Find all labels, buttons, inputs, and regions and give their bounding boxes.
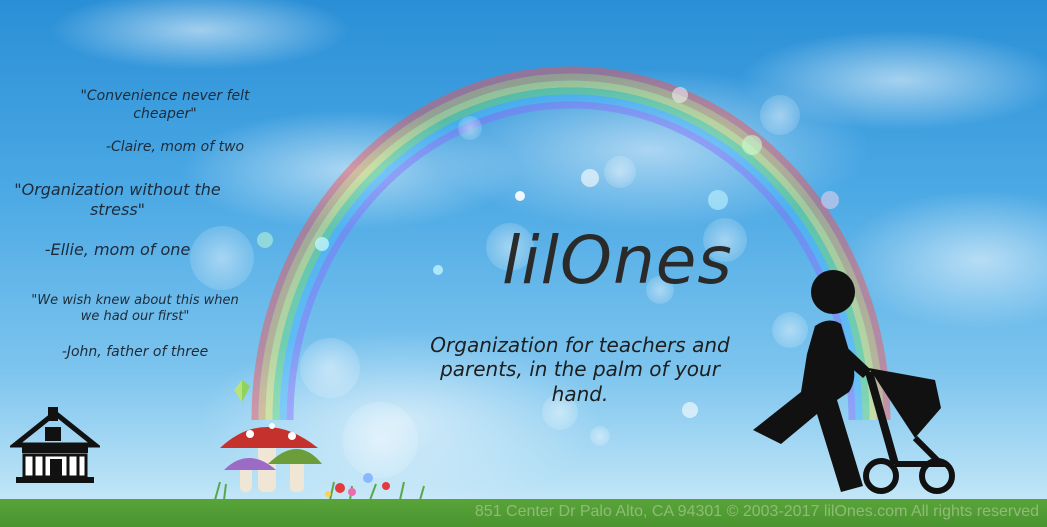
- butterfly-icon: [234, 380, 250, 402]
- mushroom-garden: [214, 423, 425, 501]
- house-icon: [10, 407, 100, 483]
- footer-copyright: 851 Center Dr Palo Alto, CA 94301 © 2003…: [474, 503, 1039, 520]
- hero-tagline: Organization for teachers and parents, i…: [430, 333, 730, 406]
- testimonials: "Convenience never felt cheaper" -Claire…: [0, 0, 300, 400]
- testimonial-quote: "Convenience never felt cheaper": [80, 88, 250, 122]
- parent-with-stroller-icon: [753, 270, 955, 494]
- brand-logo: lilOnes: [502, 222, 733, 299]
- testimonial-quote: "We wish knew about this when we had our…: [31, 293, 239, 325]
- testimonial-author: -Claire, mom of two: [105, 139, 245, 155]
- testimonial-quote: "Organization without the stress": [14, 180, 221, 219]
- testimonial-author: -John, father of three: [61, 344, 209, 360]
- hero-scene: "Convenience never felt cheaper" -Claire…: [0, 0, 1047, 527]
- footer-bar: 851 Center Dr Palo Alto, CA 94301 © 2003…: [0, 499, 1047, 527]
- testimonial-author: -Ellie, mom of one: [44, 240, 191, 259]
